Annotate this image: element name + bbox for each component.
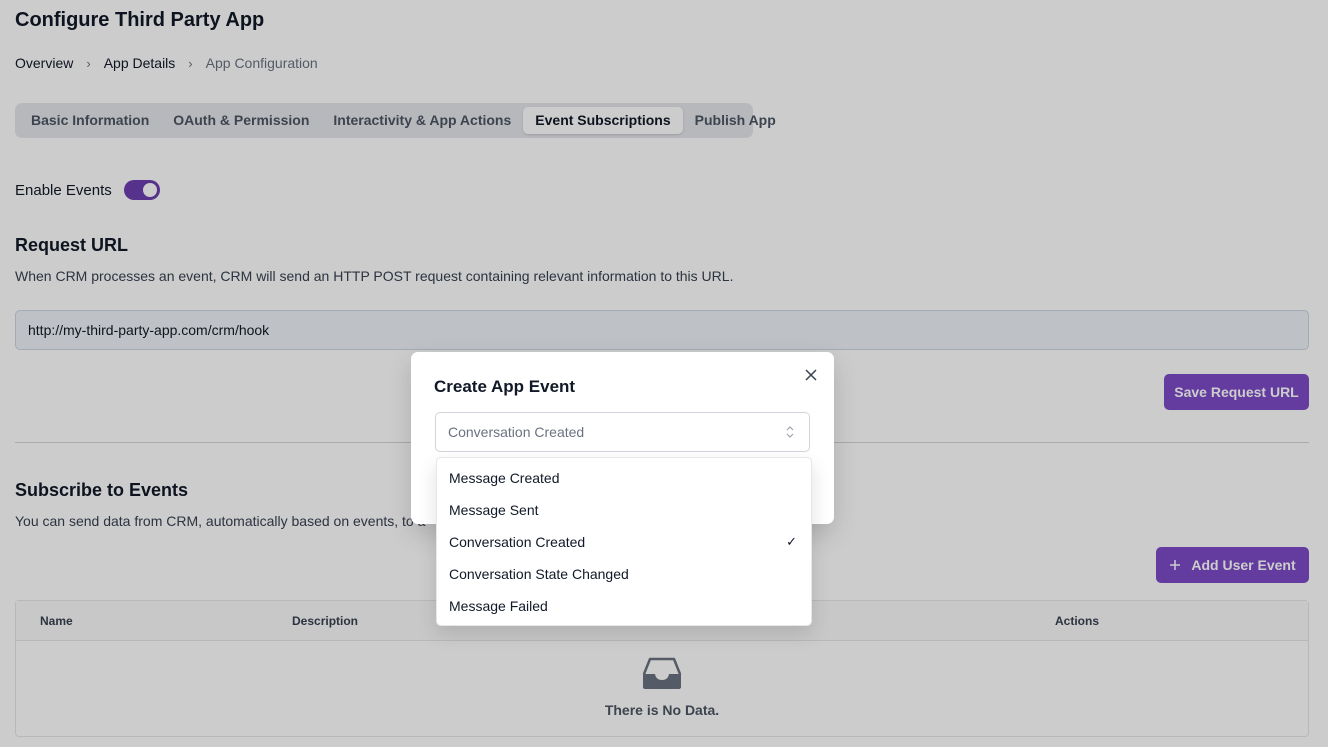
event-type-selected-value: Conversation Created bbox=[448, 424, 585, 440]
option-message-failed[interactable]: Message Failed bbox=[437, 590, 811, 622]
event-type-dropdown: Message Created Message Sent Conversatio… bbox=[436, 457, 812, 626]
option-message-sent[interactable]: Message Sent bbox=[437, 494, 811, 526]
option-conversation-state-changed[interactable]: Conversation State Changed bbox=[437, 558, 811, 590]
option-message-created[interactable]: Message Created bbox=[437, 462, 811, 494]
check-icon: ✓ bbox=[786, 534, 797, 549]
chevron-up-down-icon bbox=[786, 426, 794, 438]
event-type-select[interactable]: Conversation Created bbox=[435, 412, 810, 452]
option-conversation-created[interactable]: Conversation Created ✓ bbox=[437, 526, 811, 558]
configure-app-page: Configure Third Party App Overview › App… bbox=[0, 0, 1328, 747]
modal-title: Create App Event bbox=[434, 377, 576, 396]
close-icon[interactable] bbox=[804, 368, 818, 382]
